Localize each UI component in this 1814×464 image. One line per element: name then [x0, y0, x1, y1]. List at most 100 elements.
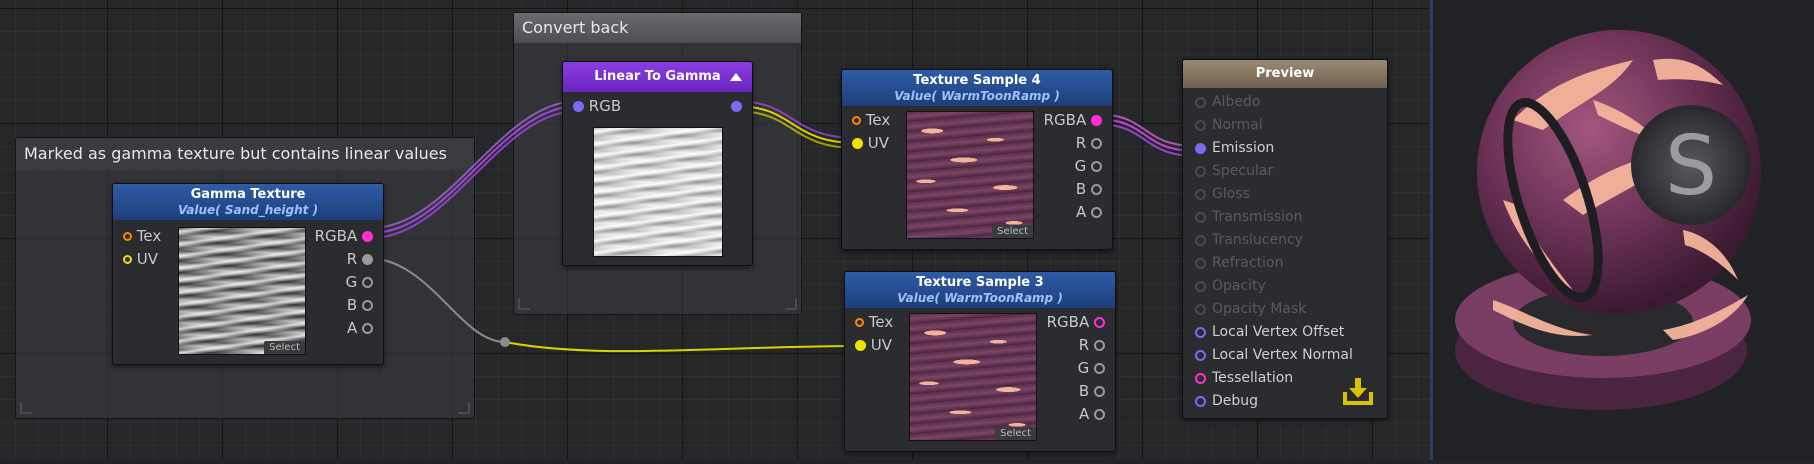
- node-texture-sample-4[interactable]: Texture Sample 4 Value( WarmToonRamp ) T…: [841, 69, 1113, 250]
- port-dot[interactable]: [573, 101, 584, 112]
- port-dot[interactable]: [1195, 211, 1206, 223]
- preview-input-local-vertex-offset[interactable]: Local Vertex Offset: [1195, 322, 1344, 342]
- port-dot[interactable]: [1094, 363, 1105, 374]
- preview-input-albedo[interactable]: Albedo: [1195, 92, 1260, 112]
- port-dot[interactable]: [855, 318, 864, 327]
- preview-sphere[interactable]: S: [1433, 0, 1814, 460]
- node-canvas[interactable]: Marked as gamma texture but contains lin…: [0, 0, 1430, 460]
- preview-input-normal[interactable]: Normal: [1195, 115, 1263, 135]
- output-port-rgba[interactable]: RGBA: [1047, 312, 1105, 332]
- node-header[interactable]: Texture Sample 4 Value( WarmToonRamp ): [842, 70, 1112, 106]
- output-port-rgba[interactable]: RGBA: [1044, 110, 1102, 130]
- preview-input-tessellation[interactable]: Tessellation: [1195, 368, 1293, 388]
- preview-input-translucency[interactable]: Translucency: [1195, 230, 1303, 250]
- port-dot[interactable]: [1091, 115, 1102, 126]
- output-port-a[interactable]: A: [1076, 202, 1102, 222]
- input-port-tex[interactable]: Tex: [852, 110, 890, 130]
- port-dot[interactable]: [1094, 386, 1105, 397]
- preview-input-transmission[interactable]: Transmission: [1195, 207, 1302, 227]
- port-dot[interactable]: [362, 277, 373, 288]
- port-dot[interactable]: [1195, 349, 1206, 361]
- triangle-up-icon[interactable]: [730, 73, 742, 81]
- port-dot[interactable]: [1091, 138, 1102, 149]
- port-dot[interactable]: [855, 340, 866, 351]
- node-header[interactable]: Texture Sample 3 Value( WarmToonRamp ): [845, 272, 1115, 308]
- port-label: B: [1075, 180, 1087, 198]
- port-dot[interactable]: [1091, 207, 1102, 218]
- output-port-g[interactable]: G: [346, 272, 373, 292]
- preview-input-opacity[interactable]: Opacity: [1195, 276, 1266, 296]
- port-dot[interactable]: [1091, 184, 1102, 195]
- port-dot[interactable]: [1195, 257, 1206, 269]
- port-dot[interactable]: [1091, 161, 1102, 172]
- input-port-uv[interactable]: UV: [855, 335, 892, 355]
- output-port-g[interactable]: G: [1078, 358, 1105, 378]
- download-tray-icon[interactable]: [1341, 376, 1375, 406]
- port-dot[interactable]: [1195, 326, 1206, 338]
- preview-input-emission[interactable]: Emission: [1195, 138, 1274, 158]
- port-dot[interactable]: [1094, 409, 1105, 420]
- port-dot[interactable]: [362, 231, 373, 242]
- port-dot[interactable]: [852, 138, 863, 149]
- preview-input-specular[interactable]: Specular: [1195, 161, 1273, 181]
- input-port-tex[interactable]: Tex: [123, 226, 161, 246]
- port-dot[interactable]: [1094, 340, 1105, 351]
- output-port-r[interactable]: R: [347, 249, 373, 269]
- preview-input-local-vertex-normal[interactable]: Local Vertex Normal: [1195, 345, 1353, 365]
- port-dot[interactable]: [1094, 317, 1105, 328]
- input-port-rgb[interactable]: RGB: [573, 96, 621, 116]
- input-port-tex[interactable]: Tex: [855, 312, 893, 332]
- port-label: Refraction: [1212, 255, 1284, 271]
- node-preview-output[interactable]: Preview Albedo Normal Emission Specular Glos…: [1182, 59, 1388, 419]
- preview-input-opacity-mask[interactable]: Opacity Mask: [1195, 299, 1306, 319]
- port-dot[interactable]: [1195, 165, 1206, 177]
- port-dot[interactable]: [362, 323, 373, 334]
- port-dot[interactable]: [1195, 303, 1206, 315]
- port-dot[interactable]: [1195, 372, 1206, 384]
- output-port-b[interactable]: B: [347, 295, 373, 315]
- texture-thumbnail[interactable]: Select: [906, 111, 1034, 239]
- port-dot[interactable]: [123, 255, 132, 264]
- output-port-r[interactable]: R: [1076, 133, 1102, 153]
- preview-logo-text: S: [1665, 119, 1717, 214]
- node-title: Texture Sample 3: [916, 275, 1044, 290]
- output-port-g[interactable]: G: [1075, 156, 1102, 176]
- texture-thumbnail[interactable]: Select: [178, 227, 306, 355]
- texture-thumbnail[interactable]: Select: [909, 313, 1037, 441]
- port-dot[interactable]: [852, 116, 861, 125]
- port-dot[interactable]: [1195, 280, 1206, 292]
- output-port-r[interactable]: R: [1079, 335, 1105, 355]
- port-dot[interactable]: [1195, 188, 1206, 200]
- select-button[interactable]: Select: [264, 341, 305, 354]
- output-port-a[interactable]: A: [347, 318, 373, 338]
- input-port-uv[interactable]: UV: [852, 133, 889, 153]
- output-port-a[interactable]: A: [1079, 404, 1105, 424]
- node-linear-to-gamma[interactable]: Linear To Gamma RGB: [562, 61, 753, 266]
- select-button[interactable]: Select: [992, 225, 1033, 238]
- port-dot[interactable]: [1195, 234, 1206, 246]
- node-header[interactable]: Preview: [1183, 60, 1387, 88]
- output-port-rgb[interactable]: [731, 101, 742, 112]
- port-label: Emission: [1212, 140, 1275, 156]
- output-port-b[interactable]: B: [1079, 381, 1105, 401]
- preview-input-debug[interactable]: Debug: [1195, 391, 1258, 411]
- port-dot[interactable]: [1195, 119, 1206, 131]
- node-header[interactable]: Linear To Gamma: [563, 62, 752, 92]
- port-dot[interactable]: [362, 300, 373, 311]
- port-dot[interactable]: [1195, 395, 1206, 407]
- node-header[interactable]: Gamma Texture Value( Sand_height ): [113, 184, 383, 220]
- input-port-uv[interactable]: UV: [123, 249, 158, 269]
- output-port-b[interactable]: B: [1076, 179, 1102, 199]
- node-gamma-texture[interactable]: Gamma Texture Value( Sand_height ) Tex U…: [112, 183, 384, 365]
- node-texture-sample-3[interactable]: Texture Sample 3 Value( WarmToonRamp ) T…: [844, 271, 1116, 452]
- output-port-rgba[interactable]: RGBA: [315, 226, 373, 246]
- port-dot[interactable]: [362, 254, 373, 265]
- node-title: Preview: [1255, 66, 1315, 81]
- select-button[interactable]: Select: [995, 427, 1036, 440]
- port-dot[interactable]: [1195, 142, 1206, 154]
- preview-viewport[interactable]: S: [1433, 0, 1814, 460]
- port-dot[interactable]: [123, 232, 132, 241]
- preview-input-refraction[interactable]: Refraction: [1195, 253, 1284, 273]
- port-dot[interactable]: [1195, 96, 1206, 108]
- preview-input-gloss[interactable]: Gloss: [1195, 184, 1250, 204]
